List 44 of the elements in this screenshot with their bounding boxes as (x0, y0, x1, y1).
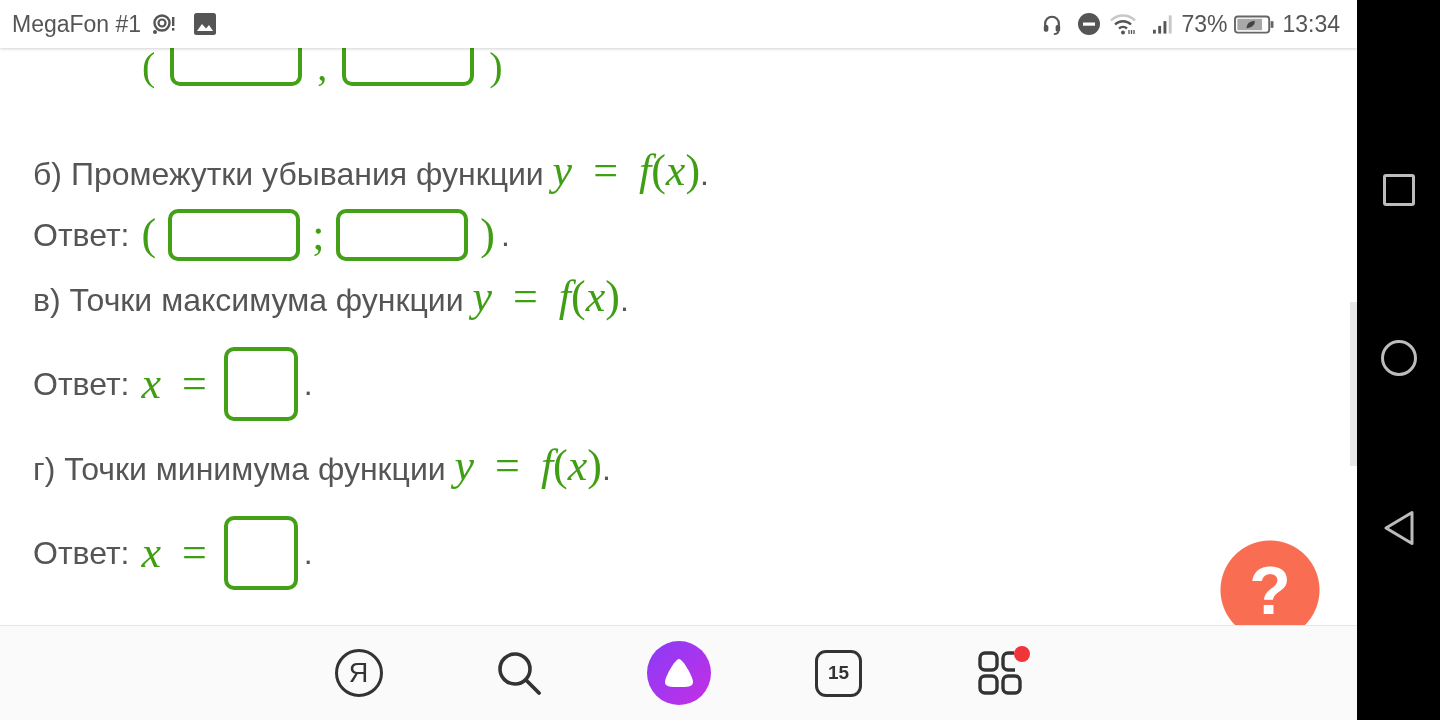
answer-box[interactable] (336, 209, 469, 261)
answer-box[interactable] (223, 347, 298, 421)
square-icon (1382, 174, 1415, 206)
assistant-button[interactable] (646, 641, 711, 705)
battery-icon (1234, 14, 1275, 34)
math-expression: ; (312, 213, 325, 257)
recent-apps-button[interactable] (1382, 174, 1415, 206)
search-button[interactable] (496, 651, 541, 695)
answer-box[interactable] (170, 48, 303, 86)
answer-text: Ответ: (33, 534, 130, 572)
clock: 13:34 (1282, 10, 1340, 38)
battery-percent: 73% (1181, 10, 1228, 38)
do-not-disturb-icon (1078, 13, 1101, 35)
math-expression: x = (141, 531, 207, 575)
grid-icon (977, 651, 1022, 695)
answer-box[interactable] (168, 209, 301, 261)
math-expression: x = (141, 362, 207, 406)
search-icon (496, 651, 541, 695)
answer-text: . (303, 534, 313, 572)
question-text: г) Точки минимума функции y = f(x). (33, 439, 611, 492)
assistant-icon (646, 641, 711, 705)
answer-text: Ответ: (33, 216, 130, 254)
wifi-icon (1110, 13, 1137, 35)
answer-text: . (303, 365, 313, 403)
question-text: б) Промежутки убывания функции y = f(x). (33, 144, 709, 197)
image-icon (194, 13, 217, 35)
question-text: в) Точки максимума функции y = f(x). (33, 270, 629, 323)
ring-alert-icon (152, 13, 177, 35)
back-icon (1382, 510, 1415, 546)
math-expression: ) (480, 213, 495, 257)
letter-logo-button[interactable]: Я (334, 649, 383, 697)
home-button[interactable] (1380, 340, 1417, 376)
answer-box[interactable] (342, 48, 475, 86)
answer-text: Ответ: (33, 365, 130, 403)
answer-text: . (501, 216, 510, 254)
math-expression: ( (141, 213, 157, 257)
math-expression: , (317, 48, 328, 86)
home-icon (1380, 340, 1417, 376)
back-button[interactable] (1382, 510, 1415, 546)
scrollbar-thumb[interactable] (1350, 302, 1357, 466)
apps-button[interactable] (977, 646, 1030, 695)
answer-box[interactable] (223, 516, 298, 590)
carrier-name: MegaFon #1 (12, 10, 142, 38)
tab-count-button[interactable]: 15 (815, 649, 862, 697)
